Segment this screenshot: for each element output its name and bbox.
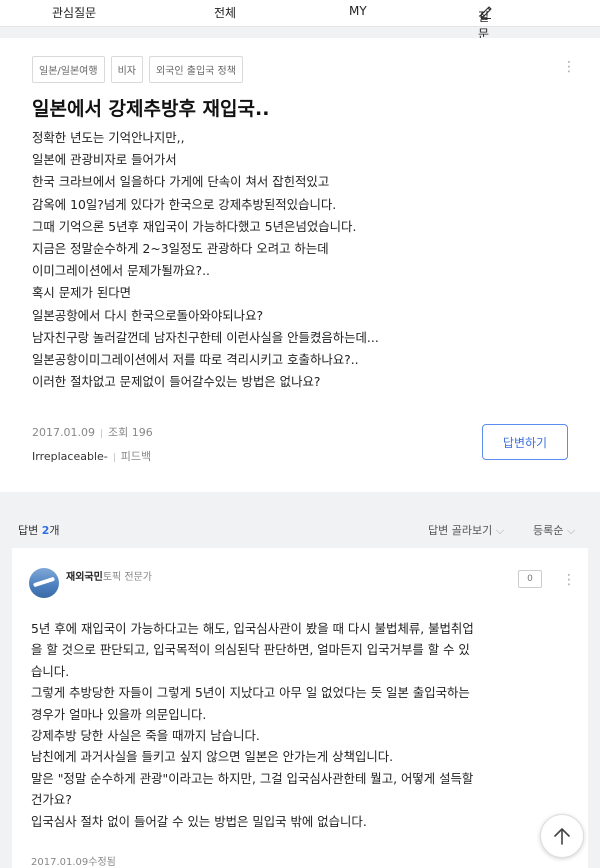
question-author: Irreplaceable- 피드백 (32, 448, 151, 464)
answer-author-badge: 토픽 전문가 (102, 572, 152, 583)
answer-line: 입국심사 절차 없이 들어갈 수 있는 방법은 밀입국 밖에 없습니다. (31, 813, 367, 829)
nav-tab-interest[interactable]: 관심질문 (52, 4, 96, 21)
answer-card: 재외국민토픽 전문가 0 ⋮ 5년 후에 재입국이 가능하다고는 해도, 입국심… (12, 548, 588, 868)
ask-question-button[interactable]: 질문하기 (478, 4, 494, 75)
question-line: 일본공항에서 다시 한국으로돌아와야되나요? (32, 307, 264, 323)
question-line: 그때 기억으론 5년후 재입국이 가능하다했고 5년은넘었습니다. (32, 218, 357, 234)
answer-order-dropdown[interactable]: 등록순 ⌵ (533, 522, 575, 538)
answer-count: 답변 2개 (18, 522, 60, 538)
question-line: 지금은 정말순수하게 2~3일정도 관광하다 오려고 하는데 (32, 241, 329, 257)
question-line: 일본에 관광비자로 들어가서 (32, 152, 177, 168)
question-views: 조회 196 (107, 426, 153, 439)
answer-filter-dropdown[interactable]: 답변 골라보기 ⌵ (428, 522, 504, 538)
answer-filter-label: 답변 골라보기 (428, 524, 493, 537)
question-line: 감옥에 10일?넘게 있다가 한국으로 강제추방된적있습니다. (32, 196, 337, 212)
tag-japan[interactable]: 일본/일본여행 (32, 56, 105, 83)
answer-count-label: 답변 (18, 524, 39, 537)
question-tags: 일본/일본여행 비자 외국인 출입국 정책 (32, 56, 243, 83)
question-line: 이미그레이션에서 문제가될까요?.. (32, 263, 210, 279)
top-navigation: 관심질문 전체 MY 질문하기 (0, 0, 600, 75)
question-line: 혹시 문제가 된다면 (32, 285, 132, 301)
question-line: 남자친구랑 놀러갈껀데 남자친구한테 이런사실을 안들켰음하는데... (32, 329, 379, 345)
arrow-up-icon (554, 828, 570, 845)
answer-line: 경우가 얼마나 있을까 의문입니다. (31, 706, 207, 722)
question-line: 한국 크라브에서 일을하다 가게에 단속이 쳐서 잡힌적있고 (32, 174, 330, 190)
chevron-down-icon: ⌵ (495, 524, 505, 537)
tag-visa[interactable]: 비자 (110, 56, 143, 83)
answer-line: 습니다. (31, 663, 70, 679)
question-meta: 2017.01.09 조회 196 (32, 424, 153, 440)
like-count-button[interactable]: 0 (518, 570, 542, 588)
question-date: 2017.01.09 (32, 426, 95, 439)
divider (113, 452, 115, 462)
answer-line: 그렇게 추방당한 자들이 그렇게 5년이 지났다고 아무 일 없었다는 듯 일본… (31, 685, 470, 701)
answer-line: 강제추방 당한 사실은 죽을 때까지 남습니다. (31, 728, 260, 744)
answer-author: 재외국민토픽 전문가 (66, 568, 152, 583)
nav-tab-all[interactable]: 전체 (214, 4, 236, 21)
question-title: 일본에서 강제추방후 재입국.. (32, 98, 270, 120)
answer-count-unit: 개 (49, 524, 60, 537)
answer-date: 2017.01.09수정됨 (31, 857, 116, 868)
answers-header: 답변 2개 답변 골라보기 ⌵ 등록순 ⌵ (0, 515, 600, 543)
avatar[interactable] (29, 568, 59, 598)
question-line: 일본공항이미그레이션에서 저를 따로 격리시키고 호출하나요?.. (32, 352, 359, 368)
answer-line: 건가요? (31, 792, 72, 808)
scroll-to-top-button[interactable] (540, 814, 584, 858)
answer-author-name[interactable]: 재외국민 (66, 572, 103, 583)
answer-line: 5년 후에 재입국이 가능하다고는 해도, 입국심사관이 봤을 때 다시 불법체… (31, 621, 474, 636)
divider (100, 428, 102, 438)
answer-line: 말은 "정말 순수하게 관광"이라고는 하지만, 그걸 입국심사관한테 뭘고, … (31, 770, 474, 786)
question-line: 정확한 년도는 기억안나지만,, (32, 130, 185, 145)
answer-more-icon[interactable]: ⋮ (562, 573, 576, 587)
question-card: 일본/일본여행 비자 외국인 출입국 정책 ⋮ 일본에서 강제추방후 재입국..… (0, 38, 600, 492)
answer-button[interactable]: 답변하기 (482, 424, 568, 460)
author-name[interactable]: Irreplaceable- (32, 450, 108, 463)
answer-line: 남친에게 과거사실을 들키고 싶지 않으면 일본은 안가는게 상책입니다. (31, 749, 394, 765)
answer-line: 을 할 것으로 판단되고, 입국목적이 의심된닥 판단하면, 얼마든지 입국거부… (31, 642, 470, 658)
answer-body: 5년 후에 재입국이 가능하다고는 해도, 입국심사관이 봤을 때 다시 불법체… (31, 618, 571, 832)
question-more-icon[interactable]: ⋮ (562, 60, 576, 74)
question-body: 정확한 년도는 기억안나지만,, 일본에 관광비자로 들어가서 한국 크라브에서… (32, 127, 572, 393)
chevron-down-icon: ⌵ (566, 524, 576, 537)
nav-tab-my[interactable]: MY (349, 4, 367, 18)
answer-order-label: 등록순 (533, 524, 564, 537)
question-line: 이러한 절차없고 문제없이 들어갈수있는 방법은 없나요? (32, 374, 321, 390)
feedback-link[interactable]: 피드백 (121, 450, 151, 463)
tag-immigration-policy[interactable]: 외국인 출입국 정책 (148, 56, 243, 83)
